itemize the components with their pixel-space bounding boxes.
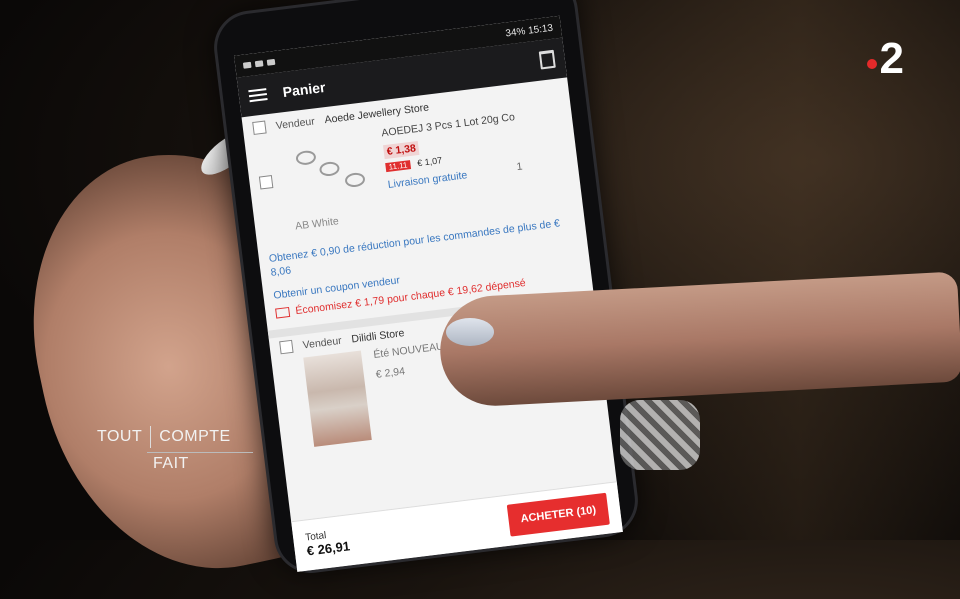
show-logo-word: TOUT bbox=[97, 428, 143, 445]
item-info: AOEDEJ 3 Pcs 1 Lot 20g Co € 1,38 11.11 €… bbox=[381, 111, 524, 197]
product-image[interactable] bbox=[303, 350, 372, 447]
checkout-bar: Total € 26,91 ACHETER (10) bbox=[291, 481, 623, 572]
battery-level: 34% bbox=[504, 25, 526, 39]
trash-icon[interactable] bbox=[538, 49, 556, 70]
earring-icon bbox=[295, 149, 317, 166]
show-logo-separator bbox=[150, 426, 152, 448]
show-logo-rule bbox=[147, 452, 253, 453]
channel-logo-digit: 2 bbox=[879, 34, 904, 83]
quantity-stepper[interactable]: 1 bbox=[516, 160, 523, 173]
channel-logo: 2 bbox=[866, 34, 904, 84]
store-checkbox[interactable] bbox=[279, 339, 294, 355]
status-icons bbox=[242, 58, 276, 69]
hamburger-menu-icon[interactable] bbox=[248, 88, 268, 103]
vendor-name[interactable]: Dilidli Store bbox=[351, 327, 405, 345]
shipping-info: Livraison gratuite bbox=[387, 169, 468, 191]
show-logo-word: FAIT bbox=[153, 455, 189, 472]
store-checkbox[interactable] bbox=[252, 120, 267, 135]
earring-icon bbox=[344, 171, 366, 189]
sale-price: € 1,07 bbox=[416, 155, 443, 169]
decorated-nails bbox=[620, 400, 700, 470]
total-block: Total € 26,91 bbox=[305, 527, 351, 558]
vendor-name[interactable]: Aoede Jewellery Store bbox=[324, 101, 430, 126]
notification-icon bbox=[254, 60, 264, 68]
smartphone: 34% 15:13 Panier Vendeur Aoede Jewellery… bbox=[213, 0, 639, 574]
vendor-label: Vendeur bbox=[275, 114, 316, 132]
earring-icon bbox=[318, 160, 341, 178]
clock: 15:13 bbox=[527, 22, 554, 37]
notification-icon bbox=[242, 61, 252, 69]
show-logo: TOUT COMPTE FAIT bbox=[97, 426, 253, 473]
buy-button[interactable]: ACHETER (10) bbox=[506, 492, 610, 537]
logo-dot-icon bbox=[866, 59, 877, 69]
product-image[interactable] bbox=[282, 129, 380, 209]
sale-badge: 11.11 bbox=[385, 160, 411, 173]
vendor-label: Vendeur bbox=[302, 334, 343, 352]
notification-icon bbox=[266, 58, 276, 66]
show-logo-word: COMPTE bbox=[159, 428, 231, 445]
discount-icon bbox=[275, 306, 291, 319]
finger-nail bbox=[446, 318, 494, 346]
item-checkbox[interactable] bbox=[258, 175, 274, 190]
